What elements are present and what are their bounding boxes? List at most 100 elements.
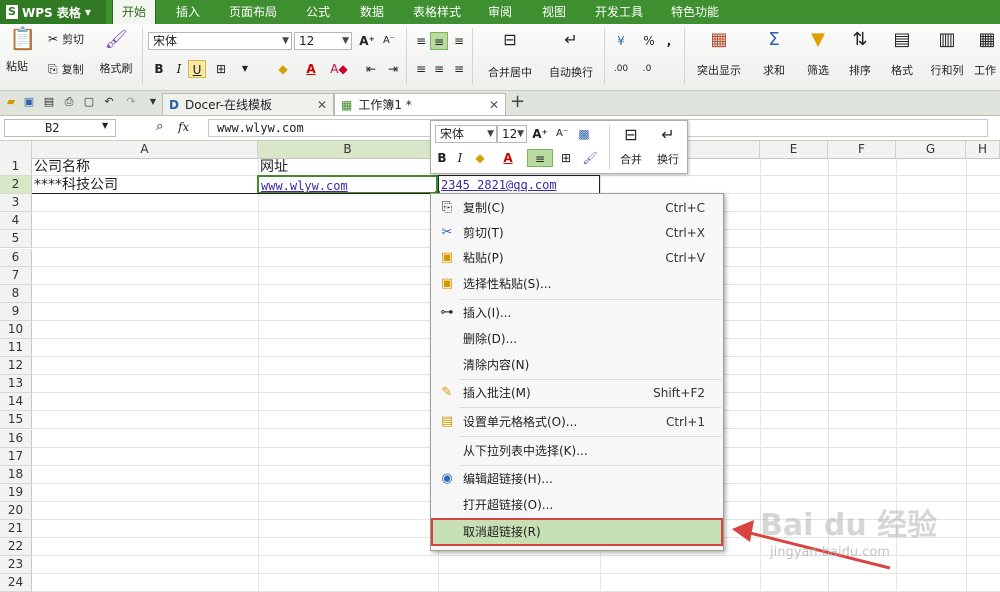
- align-bottom-icon[interactable]: ≡: [450, 32, 468, 50]
- row-header[interactable]: 11: [0, 339, 32, 357]
- row-header[interactable]: 23: [0, 556, 32, 574]
- preview-icon[interactable]: ▢: [82, 95, 96, 109]
- menu-item-paste[interactable]: ▣ 粘贴(P) Ctrl+V: [431, 246, 723, 270]
- copy-button[interactable]: ⎘ 复制: [48, 60, 84, 78]
- row-header[interactable]: 13: [0, 375, 32, 393]
- chevron-down-icon[interactable]: ▼: [236, 60, 254, 78]
- column-header[interactable]: E: [760, 141, 828, 158]
- tab-developer[interactable]: 开发工具: [588, 0, 650, 24]
- tab-insert[interactable]: 插入: [166, 0, 210, 24]
- font-size-select[interactable]: 12 ▼: [294, 32, 352, 50]
- font-name-select[interactable]: 宋体 ▼: [148, 32, 292, 50]
- fill-color-icon[interactable]: ◆: [274, 60, 292, 78]
- menu-item-delete[interactable]: 删除(D)...: [431, 327, 723, 351]
- menu-item-copy[interactable]: ⎘ 复制(C) Ctrl+C: [431, 196, 723, 220]
- print-icon[interactable]: ⎙: [62, 95, 76, 109]
- currency-icon[interactable]: ¥: [612, 32, 630, 50]
- align-center-icon[interactable]: ≡: [527, 149, 553, 167]
- chevron-down-icon[interactable]: ▼: [146, 95, 160, 109]
- sort-button[interactable]: ⇅ 排序: [840, 30, 880, 84]
- decrease-decimal-icon[interactable]: .0: [638, 60, 656, 78]
- tab-view[interactable]: 视图: [532, 0, 576, 24]
- tab-formula[interactable]: 公式: [296, 0, 340, 24]
- tab-review[interactable]: 审阅: [478, 0, 522, 24]
- mini-font-size-select[interactable]: 12 ▼: [497, 125, 527, 143]
- row-header[interactable]: 19: [0, 484, 32, 502]
- highlight-button[interactable]: ▦ 突出显示: [690, 30, 748, 84]
- fx-button[interactable]: fx: [178, 120, 189, 134]
- print-preview-icon[interactable]: ▤: [42, 95, 56, 109]
- indent-icon[interactable]: ⇤: [362, 60, 380, 78]
- percent-button[interactable]: %: [640, 32, 658, 50]
- sum-button[interactable]: Σ 求和: [754, 30, 794, 84]
- align-center-icon[interactable]: ≡: [430, 60, 448, 78]
- clear-format-icon[interactable]: A◆: [330, 60, 348, 78]
- menu-item-insert[interactable]: ⊶ 插入(I)...: [431, 301, 723, 325]
- undo-icon[interactable]: ↶: [102, 95, 116, 109]
- row-header[interactable]: 4: [0, 212, 32, 230]
- italic-button[interactable]: I: [170, 60, 188, 78]
- row-header[interactable]: 24: [0, 574, 32, 592]
- row-header[interactable]: 6: [0, 249, 32, 267]
- comma-icon[interactable]: ,: [660, 32, 678, 50]
- row-header[interactable]: 22: [0, 538, 32, 556]
- row-header[interactable]: 12: [0, 357, 32, 375]
- align-left-icon[interactable]: ≡: [412, 60, 430, 78]
- font-color-icon[interactable]: A: [302, 60, 320, 78]
- increase-font-icon[interactable]: A⁺: [358, 32, 376, 50]
- increase-font-icon[interactable]: A⁺: [531, 125, 549, 143]
- menu-item-remove-hyperlink[interactable]: 取消超链接(R): [431, 518, 723, 546]
- cell-a1[interactable]: 公司名称: [34, 158, 256, 176]
- format-button[interactable]: ▤ 格式: [882, 30, 922, 84]
- column-header[interactable]: F: [828, 141, 896, 158]
- mini-merge-button[interactable]: ⊟ 合并: [613, 125, 649, 169]
- redo-icon[interactable]: ↷: [124, 95, 138, 109]
- menu-item-open-hyperlink[interactable]: 打开超链接(O)...: [431, 493, 723, 517]
- cell-a2[interactable]: ****科技公司: [34, 176, 256, 194]
- mini-font-name-select[interactable]: 宋体 ▼: [435, 125, 497, 143]
- zoom-icon[interactable]: ⌕: [156, 119, 163, 134]
- column-header[interactable]: G: [896, 141, 966, 158]
- row-header[interactable]: 16: [0, 430, 32, 448]
- increase-decimal-icon[interactable]: .00: [612, 60, 630, 78]
- outdent-icon[interactable]: ⇥: [384, 60, 402, 78]
- cut-button[interactable]: ✂ 剪切: [48, 30, 84, 48]
- bold-button[interactable]: B: [150, 60, 168, 78]
- format-painter-button[interactable]: 🖌 格式刷: [98, 30, 134, 84]
- mini-wrap-button[interactable]: ↵ 换行: [651, 125, 685, 169]
- name-box[interactable]: B2: [4, 119, 116, 137]
- border-icon[interactable]: ⊞: [557, 149, 575, 167]
- row-header[interactable]: 1: [0, 158, 32, 176]
- tab-table-style[interactable]: 表格样式: [404, 0, 470, 24]
- filter-button[interactable]: ▼ 筛选: [798, 30, 838, 84]
- font-color-icon[interactable]: A: [499, 149, 517, 167]
- worksheet-button[interactable]: ▦ 工作: [974, 30, 1000, 84]
- row-header[interactable]: 18: [0, 466, 32, 484]
- menu-item-cut[interactable]: ✂ 剪切(T) Ctrl+X: [431, 221, 723, 245]
- menu-item-clear[interactable]: 清除内容(N): [431, 353, 723, 377]
- app-menu-button[interactable]: S WPS 表格 ▼: [0, 0, 106, 24]
- chevron-down-icon[interactable]: ▼: [102, 121, 108, 130]
- align-right-icon[interactable]: ≡: [450, 60, 468, 78]
- auto-wrap-button[interactable]: ↵ 自动换行: [546, 30, 596, 84]
- row-header[interactable]: 20: [0, 502, 32, 520]
- row-header[interactable]: 3: [0, 194, 32, 212]
- row-header[interactable]: 5: [0, 230, 32, 248]
- tab-workbook[interactable]: ▦ 工作簿1 * ✕: [334, 93, 506, 115]
- paste-button[interactable]: 📋 粘贴: [6, 29, 40, 84]
- row-header[interactable]: 7: [0, 267, 32, 285]
- align-middle-icon[interactable]: ≡: [430, 32, 448, 50]
- brush-icon[interactable]: 🖌: [581, 149, 599, 167]
- select-all-corner[interactable]: [0, 141, 32, 158]
- row-header[interactable]: 15: [0, 411, 32, 429]
- fill-color-icon[interactable]: ◆: [471, 149, 489, 167]
- underline-button[interactable]: U: [188, 60, 206, 78]
- open-icon[interactable]: ▰: [4, 95, 18, 109]
- menu-item-insert-comment[interactable]: ✎ 插入批注(M) Shift+F2: [431, 381, 723, 405]
- save-icon[interactable]: ▣: [22, 95, 36, 109]
- close-icon[interactable]: ✕: [317, 98, 327, 112]
- menu-item-format-cells[interactable]: ▤ 设置单元格格式(O)... Ctrl+1: [431, 410, 723, 434]
- menu-item-edit-hyperlink[interactable]: ◉ 编辑超链接(H)...: [431, 467, 723, 491]
- active-cell-b2[interactable]: www.wlyw.com: [257, 175, 440, 196]
- menu-item-paste-special[interactable]: ▣ 选择性粘贴(S)...: [431, 272, 723, 296]
